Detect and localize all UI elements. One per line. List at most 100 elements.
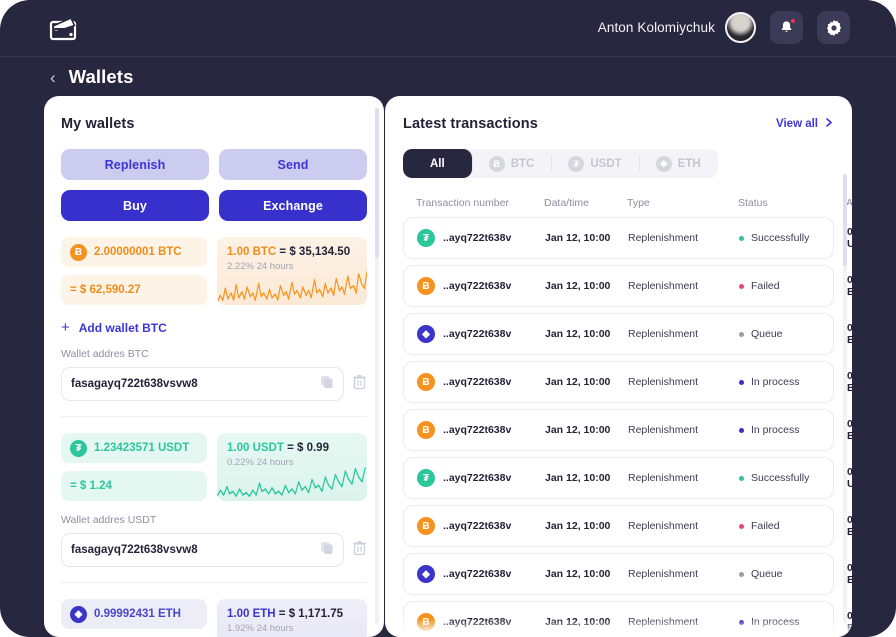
copy-icon[interactable] <box>320 541 334 560</box>
rate-unit: 1.00 ETH <box>227 608 276 620</box>
buy-button[interactable]: Buy <box>61 190 209 221</box>
rate-value: = $ 35,134.50 <box>279 246 351 258</box>
address-value-btc[interactable] <box>71 378 320 390</box>
transaction-number-cell: Ƀ ..ayq722t638v <box>417 517 545 535</box>
back-chevron-left-icon[interactable]: ‹ <box>50 69 56 86</box>
transaction-date: Jan 12, 10:00 <box>545 424 611 436</box>
wallet-actions-row-2: Buy Exchange <box>61 190 367 221</box>
notifications-button[interactable] <box>770 11 803 44</box>
tab-btc[interactable]: Ƀ BTC <box>471 149 552 178</box>
rate-value: = $ 0.99 <box>287 442 329 454</box>
address-label-usdt: Wallet addres USDT <box>61 514 157 526</box>
copy-icon[interactable] <box>320 375 334 394</box>
wallet-item-eth: ◆ 0.99992431 ETH = $ 1,101.75 1.00 ETH =… <box>61 599 367 637</box>
status-label: In process <box>751 424 800 436</box>
rate-card-btc: 1.00 BTC = $ 35,134.50 2.22% 24 hours <box>217 237 367 305</box>
wallets-scrollbar[interactable] <box>375 108 379 625</box>
eth-icon: ◆ <box>417 325 435 343</box>
scrollbar-thumb[interactable] <box>843 174 847 266</box>
transactions-header: Latest transactions View all <box>403 116 834 132</box>
sparkline-usdt <box>217 465 367 501</box>
trash-icon[interactable] <box>352 374 367 395</box>
wallet-logo-icon[interactable] <box>47 13 81 43</box>
view-all-button[interactable]: View all <box>776 118 834 130</box>
add-wallet-btc-button[interactable]: + Add wallet BTC <box>61 320 367 335</box>
status-dot <box>739 379 744 385</box>
status-label: Failed <box>751 520 780 532</box>
tab-eth[interactable]: ◆ ETH <box>638 149 718 178</box>
gear-icon <box>826 19 841 36</box>
transactions-list: ₮ ..ayq722t638v Jan 12, 10:00 Replenishment… <box>403 217 852 637</box>
plus-icon: + <box>61 319 70 336</box>
rate-unit: 1.00 BTC <box>227 246 277 258</box>
address-input-usdt[interactable] <box>61 533 344 567</box>
status-label: Failed <box>751 280 780 292</box>
table-row[interactable]: Ƀ ..ayq722t638v Jan 12, 10:00 Replenishment… <box>403 265 852 307</box>
replenish-button[interactable]: Replenish <box>61 149 209 180</box>
add-wallet-label: Add wallet BTC <box>78 320 167 335</box>
settings-button[interactable] <box>817 11 850 44</box>
transaction-number-cell: ◆ ..ayq722t638v <box>417 565 545 583</box>
status-badge: Queue <box>739 568 847 580</box>
exchange-button[interactable]: Exchange <box>219 190 367 221</box>
rate-card-eth: 1.00 ETH = $ 1,171.75 1.92% 24 hours <box>217 599 367 637</box>
address-label-btc: Wallet addres BTC <box>61 348 149 360</box>
transaction-number-cell: Ƀ ..ayq722t638v <box>417 613 545 631</box>
table-row[interactable]: Ƀ ..ayq722t638v Jan 12, 10:00 Replenishment… <box>403 409 852 451</box>
tab-label: USDT <box>590 157 622 170</box>
wallet-balance-value: 2.00000001 BTC <box>94 246 182 258</box>
rate-title-eth: 1.00 ETH = $ 1,171.75 <box>227 608 357 620</box>
status-label: In process <box>751 616 800 628</box>
table-row[interactable]: Ƀ ..ayq722t638v Jan 12, 10:00 Replenishment… <box>403 361 852 403</box>
address-row-usdt <box>61 533 367 567</box>
latest-transactions-panel: Latest transactions View all All Ƀ BTC ₮… <box>385 96 852 637</box>
table-row[interactable]: ◆ ..ayq722t638v Jan 12, 10:00 Replenishment… <box>403 553 852 595</box>
transaction-amount: 0.00000001 BTC <box>847 370 852 394</box>
address-input-btc[interactable] <box>61 367 344 401</box>
bitcoin-icon: Ƀ <box>488 155 505 172</box>
status-dot <box>739 427 744 433</box>
transaction-number-cell: Ƀ ..ayq722t638v <box>417 277 545 295</box>
table-row[interactable]: ◆ ..ayq722t638v Jan 12, 10:00 Replenishment… <box>403 313 852 355</box>
wallet-balance-btc: Ƀ 2.00000001 BTC <box>61 237 207 267</box>
transaction-number: ..ayq722t638v <box>443 328 512 340</box>
tab-label: BTC <box>510 157 535 170</box>
transaction-type: Replenishment <box>628 568 699 580</box>
trash-icon[interactable] <box>352 540 367 561</box>
transaction-type: Replenishment <box>628 520 699 532</box>
transactions-scrollbar[interactable] <box>843 174 847 625</box>
wallet-fiat-usdt: = $ 1.24 <box>61 471 207 501</box>
wallet-balance-eth: ◆ 0.99992431 ETH <box>61 599 207 629</box>
status-badge: In process <box>739 616 847 628</box>
tab-all[interactable]: All <box>403 149 472 178</box>
tab-usdt[interactable]: ₮ USDT <box>551 149 638 178</box>
status-badge: Queue <box>739 328 847 340</box>
transaction-date: Jan 12, 10:00 <box>545 376 611 388</box>
status-badge: Failed <box>739 520 847 532</box>
transaction-type: Replenishment <box>628 472 699 484</box>
bitcoin-icon: Ƀ <box>70 243 87 261</box>
top-bar: Anton Kolomiychuk <box>0 0 896 57</box>
status-label: Queue <box>751 568 783 580</box>
scrollbar-thumb[interactable] <box>375 108 379 258</box>
send-button[interactable]: Send <box>219 149 367 180</box>
transaction-number-cell: ₮ ..ayq722t638v <box>417 469 545 487</box>
wallet-fiat-value: = $ 62,590.27 <box>70 284 141 296</box>
address-value-usdt[interactable] <box>71 544 320 556</box>
transaction-date: Jan 12, 10:00 <box>545 472 611 484</box>
ethereum-icon: ◆ <box>70 605 87 623</box>
table-row[interactable]: Ƀ ..ayq722t638v Jan 12, 10:00 Replenishment… <box>403 601 852 637</box>
column-header-type: Type <box>627 197 650 209</box>
table-row[interactable]: ₮ ..ayq722t638v Jan 12, 10:00 Replenishment… <box>403 457 852 499</box>
transaction-type: Replenishment <box>628 616 699 628</box>
status-dot <box>739 619 744 625</box>
rate-title-usdt: 1.00 USDT = $ 0.99 <box>227 442 357 454</box>
table-row[interactable]: Ƀ ..ayq722t638v Jan 12, 10:00 Replenishment… <box>403 505 852 547</box>
table-row[interactable]: ₮ ..ayq722t638v Jan 12, 10:00 Replenishment… <box>403 217 852 259</box>
address-row-btc <box>61 367 367 401</box>
wallet-item-usdt: ₮ 1.23423571 USDT = $ 1.24 1.00 USDT = $… <box>61 433 367 583</box>
transaction-amount: 0.00000001 BTC <box>847 418 852 442</box>
avatar[interactable] <box>725 12 756 43</box>
btc-icon: Ƀ <box>417 277 435 295</box>
transaction-date: Jan 12, 10:00 <box>545 568 611 580</box>
